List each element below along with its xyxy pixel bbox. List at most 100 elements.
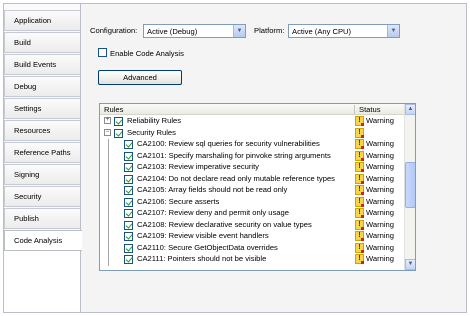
rule-status[interactable]: Warning xyxy=(366,208,394,217)
rule-status[interactable]: Warning xyxy=(366,162,394,171)
rule-checkbox[interactable] xyxy=(124,232,133,241)
code-analysis-page: Configuration: Active (Debug) ▼ Platform… xyxy=(81,4,466,312)
tab-security[interactable]: Security xyxy=(4,186,80,207)
rule-name: Security Rules xyxy=(127,127,176,137)
tab-build[interactable]: Build xyxy=(4,32,80,53)
rule-name: CA2103: Review imperative security xyxy=(137,162,259,171)
rule-checkbox[interactable] xyxy=(124,151,133,161)
tab-resources[interactable]: Resources xyxy=(4,120,80,141)
rule-status[interactable]: Warning xyxy=(366,231,394,240)
advanced-button[interactable]: Advanced xyxy=(98,70,182,85)
rule-checkbox[interactable] xyxy=(124,220,133,230)
rule-row[interactable]: − Security Rules! xyxy=(100,127,405,139)
rule-checkbox[interactable] xyxy=(124,197,133,207)
rule-checkbox[interactable] xyxy=(124,209,133,218)
rule-name: CA2111: Pointers should not be visible xyxy=(137,254,267,263)
rule-row[interactable]: CA2106: Secure asserts! Warning xyxy=(100,196,405,208)
enable-code-analysis[interactable]: Enable Code Analysis xyxy=(98,48,184,58)
tab-debug[interactable]: Debug xyxy=(4,76,80,97)
column-divider[interactable] xyxy=(354,105,355,114)
warning-icon: ! xyxy=(355,185,364,195)
project-properties-window: Application Build Build Events Debug Set… xyxy=(3,3,467,313)
rule-name: CA2109: Review visible event handlers xyxy=(137,231,269,240)
tab-settings[interactable]: Settings xyxy=(4,98,80,119)
rule-name: CA2105: Array fields should not be read … xyxy=(137,185,288,194)
rule-status[interactable]: Warning xyxy=(366,139,394,148)
warning-icon: ! xyxy=(355,173,364,184)
rule-name: Reliability Rules xyxy=(127,116,182,125)
arrow-up-icon[interactable]: ▲ xyxy=(405,104,415,115)
rule-row[interactable]: CA2107: Review deny and permit only usag… xyxy=(100,208,405,219)
rule-status[interactable]: Warning xyxy=(366,174,394,183)
warning-icon: ! xyxy=(355,196,364,207)
warning-icon: ! xyxy=(355,231,364,241)
tab-strip-background xyxy=(4,244,80,312)
rule-row[interactable]: CA2111: Pointers should not be visible! W… xyxy=(100,254,405,265)
rule-checkbox[interactable] xyxy=(114,128,123,138)
tab-publish[interactable]: Publish xyxy=(4,208,80,229)
platform-value: Active (Any CPU) xyxy=(292,27,352,36)
column-header-status[interactable]: Status xyxy=(359,105,381,114)
rule-status[interactable]: Warning xyxy=(366,197,394,206)
warning-icon: ! xyxy=(355,254,364,264)
platform-label: Platform: xyxy=(254,26,285,35)
rule-checkbox[interactable] xyxy=(124,163,133,172)
rule-status[interactable]: Warning xyxy=(366,116,394,125)
rule-status[interactable]: Warning xyxy=(366,243,394,252)
warning-icon: ! xyxy=(355,116,364,126)
rule-name: CA2101: Specify marshaling for pinvoke s… xyxy=(137,150,331,160)
rule-name: CA2107: Review deny and permit only usag… xyxy=(137,208,289,217)
chevron-down-icon: ▼ xyxy=(387,25,399,37)
tab-application[interactable]: Application xyxy=(4,10,80,31)
rule-status[interactable]: Warning xyxy=(366,185,394,194)
arrow-down-icon[interactable]: ▼ xyxy=(405,259,415,270)
warning-icon: ! xyxy=(355,127,364,138)
rule-row[interactable]: CA2105: Array fields should not be read … xyxy=(100,185,405,196)
rule-row[interactable]: CA2101: Specify marshaling for pinvoke s… xyxy=(100,150,405,162)
rule-row[interactable]: CA2103: Review imperative security! Warni… xyxy=(100,162,405,173)
rule-checkbox[interactable] xyxy=(124,174,133,184)
warning-icon: ! xyxy=(355,242,364,253)
platform-dropdown[interactable]: Active (Any CPU) ▼ xyxy=(288,24,400,38)
tab-build-events[interactable]: Build Events xyxy=(4,54,80,75)
tab-signing[interactable]: Signing xyxy=(4,164,80,185)
rules-list-header: Rules Status xyxy=(100,104,405,115)
rule-row[interactable]: + Reliability Rules! Warning xyxy=(100,116,405,127)
warning-icon: ! xyxy=(355,139,364,149)
enable-code-analysis-checkbox[interactable] xyxy=(98,48,107,57)
rule-name: CA2110: Secure GetObjectData overrides xyxy=(137,242,278,252)
enable-code-analysis-label: Enable Code Analysis xyxy=(110,49,184,58)
tab-code-analysis[interactable]: Code Analysis xyxy=(4,230,82,251)
properties-tab-strip: Application Build Build Events Debug Set… xyxy=(4,4,82,312)
rule-status[interactable]: Warning xyxy=(366,151,394,160)
chevron-down-icon: ▼ xyxy=(233,25,245,37)
rule-checkbox[interactable] xyxy=(124,186,133,195)
rule-row[interactable]: CA2100: Review sql queries for security … xyxy=(100,139,405,150)
rule-name: CA2100: Review sql queries for security … xyxy=(137,139,320,148)
rule-name: CA2108: Review declarative security on v… xyxy=(137,219,312,229)
rule-row[interactable]: CA2110: Secure GetObjectData overrides! W… xyxy=(100,242,405,254)
rules-rows: + Reliability Rules! Warning − Security Rule… xyxy=(100,116,405,270)
rule-status[interactable]: Warning xyxy=(366,254,394,263)
rule-checkbox[interactable] xyxy=(124,140,133,149)
rule-checkbox[interactable] xyxy=(114,117,123,126)
expand-icon[interactable]: + xyxy=(104,117,111,124)
rule-row[interactable]: CA2104: Do not declare read only mutable… xyxy=(100,173,405,185)
tab-reference-paths[interactable]: Reference Paths xyxy=(4,142,80,163)
rules-scrollbar[interactable]: ▲ ▼ xyxy=(404,104,415,270)
scrollbar-thumb[interactable] xyxy=(405,162,415,208)
tree-connector xyxy=(108,139,109,266)
rules-list[interactable]: Rules Status + Reliability Rules! Warning −… xyxy=(99,103,416,271)
rule-status[interactable]: Warning xyxy=(366,220,394,229)
rule-row[interactable]: CA2109: Review visible event handlers! Wa… xyxy=(100,231,405,242)
column-header-rules[interactable]: Rules xyxy=(104,105,123,114)
warning-icon: ! xyxy=(355,208,364,218)
rule-row[interactable]: CA2108: Review declarative security on v… xyxy=(100,219,405,231)
rule-checkbox[interactable] xyxy=(124,255,133,264)
rule-checkbox[interactable] xyxy=(124,243,133,253)
collapse-icon[interactable]: − xyxy=(104,128,111,136)
configuration-label: Configuration: xyxy=(90,26,138,35)
rule-name: CA2106: Secure asserts xyxy=(137,196,220,206)
configuration-dropdown[interactable]: Active (Debug) ▼ xyxy=(143,24,246,38)
warning-icon: ! xyxy=(355,219,364,230)
